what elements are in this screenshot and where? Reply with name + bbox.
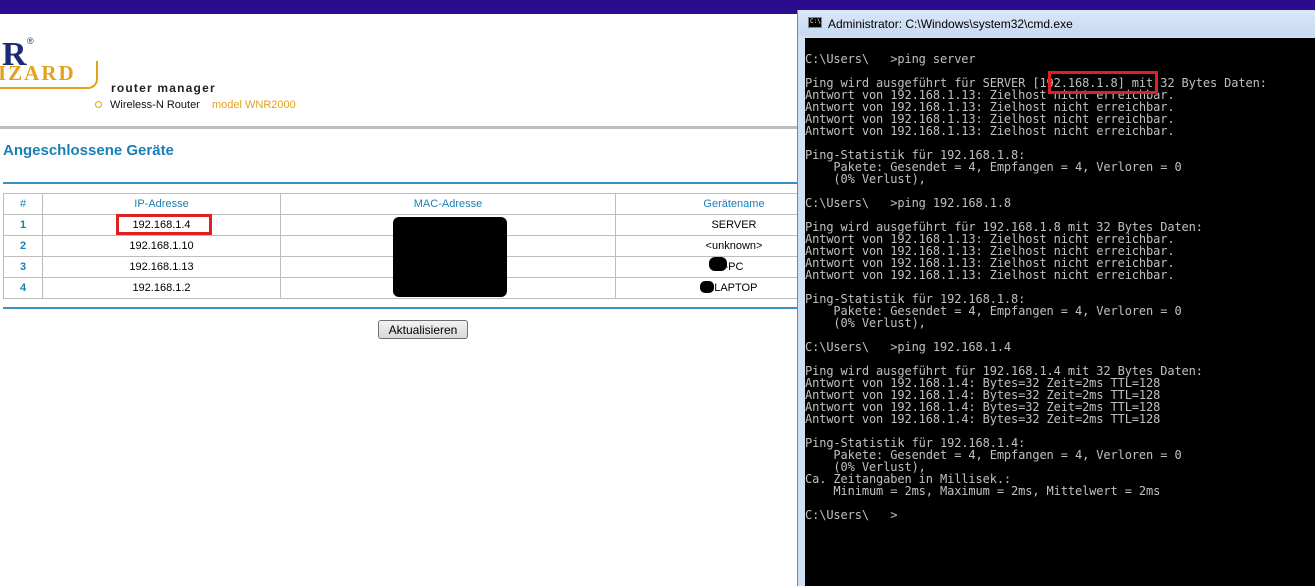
row-ip: 192.168.1.13	[42, 256, 281, 278]
product-name: Wireless-N Router	[110, 99, 200, 111]
registered-mark: ®	[27, 36, 34, 46]
cmd-line: (0% Verlust),	[805, 316, 926, 330]
cmd-line: Minimum = 2ms, Maximum = 2ms, Mittelwert…	[805, 484, 1161, 498]
cmd-line: C:\Users\ >ping 192.168.1.4	[805, 340, 1012, 354]
name-redaction	[709, 257, 727, 271]
refresh-button[interactable]: Aktualisieren	[378, 320, 468, 339]
col-header-mac: MAC-Adresse	[280, 193, 616, 215]
cmd-console[interactable]: C:\Users\ >ping server Ping wird ausgefü…	[805, 38, 1315, 586]
row-number: 4	[3, 277, 43, 299]
table-bottom-divider	[3, 307, 800, 309]
model-name: model WNR2000	[212, 99, 296, 111]
name-redaction	[700, 281, 714, 293]
row-number: 1	[3, 214, 43, 236]
col-header-ip: IP-Adresse	[42, 193, 281, 215]
table-header-row: # IP-Adresse MAC-Adresse Gerätename	[3, 193, 853, 215]
highlight-resolved-ip-box	[1048, 71, 1158, 94]
router-header: R ® IZARD router manager Wireless-N Rout…	[0, 14, 800, 126]
page-title: Angeschlossene Geräte	[3, 142, 174, 159]
cmd-line: Antwort von 192.168.1.4: Bytes=32 Zeit=2…	[805, 412, 1161, 426]
cmd-line: Antwort von 192.168.1.13: Zielhost nicht…	[805, 268, 1175, 282]
table-top-divider	[3, 182, 800, 184]
cmd-line: (0% Verlust),	[805, 172, 926, 186]
wizard-logo-text: IZARD	[0, 61, 76, 85]
cmd-line: Antwort von 192.168.1.13: Zielhost nicht…	[805, 124, 1175, 138]
cmd-output: C:\Users\ >ping server Ping wird ausgefü…	[805, 53, 1267, 521]
cmd-window: C:\ Administrator: C:\Windows\system32\c…	[797, 10, 1315, 586]
mac-redaction	[393, 217, 507, 297]
wizard-logo: IZARD	[0, 61, 98, 89]
bullet-icon	[95, 101, 102, 108]
row-number: 3	[3, 256, 43, 278]
row-ip: 192.168.1.2	[42, 277, 281, 299]
row-ip: 192.168.1.10	[42, 235, 281, 257]
cmd-line: C:\Users\ >	[805, 508, 898, 522]
cmd-line: C:\Users\ >ping 192.168.1.8	[805, 196, 1012, 210]
row-number: 2	[3, 235, 43, 257]
cmd-icon: C:\	[808, 17, 822, 28]
highlight-ip-box	[116, 214, 212, 235]
cmd-window-title: Administrator: C:\Windows\system32\cmd.e…	[828, 17, 1073, 31]
header-divider	[0, 126, 800, 129]
router-manager-title: router manager	[111, 81, 216, 95]
cmd-line: C:\Users\ >ping server	[805, 52, 976, 66]
col-header-number: #	[3, 193, 43, 215]
cmd-titlebar[interactable]: C:\ Administrator: C:\Windows\system32\c…	[798, 10, 1315, 36]
